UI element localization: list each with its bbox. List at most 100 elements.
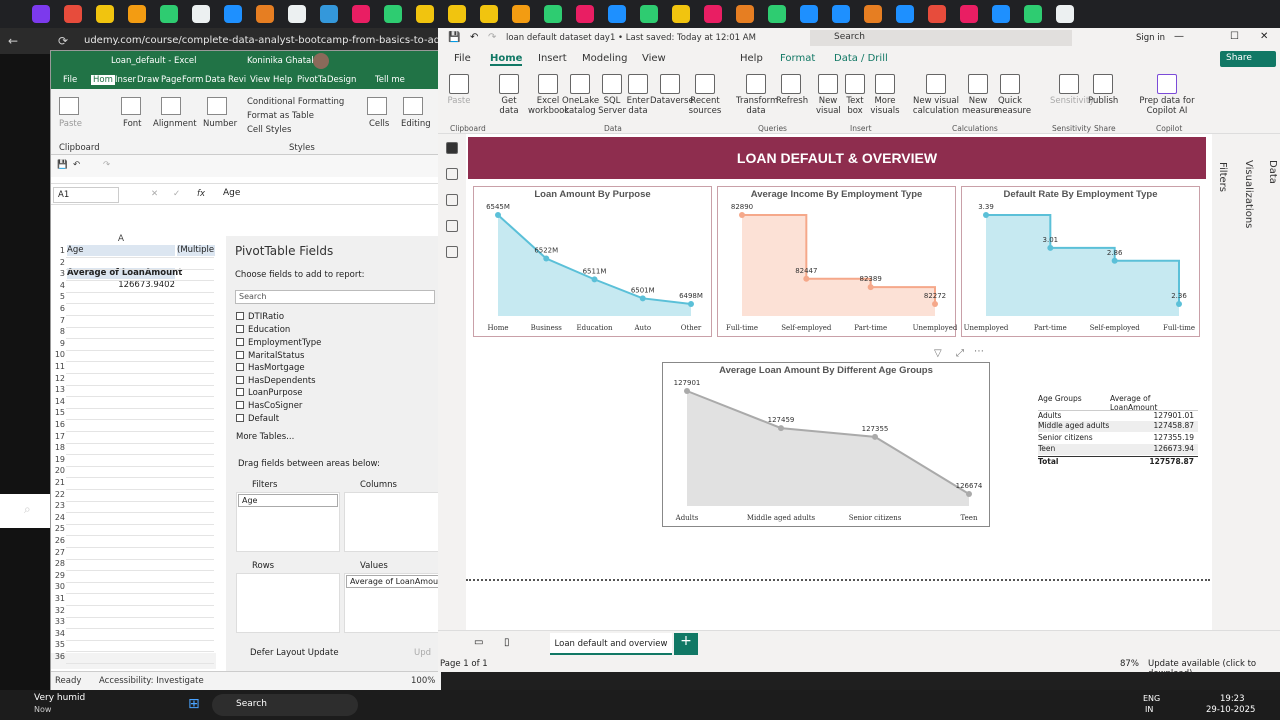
more-visuals-button[interactable]: More visuals bbox=[870, 74, 900, 116]
redo-icon[interactable]: ↷ bbox=[103, 160, 110, 170]
cell-a4[interactable]: 126673.9402 bbox=[67, 280, 175, 291]
avatar[interactable] bbox=[313, 53, 329, 69]
name-box[interactable]: A1 bbox=[53, 187, 119, 203]
data-point[interactable] bbox=[778, 425, 784, 432]
menu-data[interactable]: Data bbox=[205, 75, 225, 85]
maximize-icon[interactable]: ☐ bbox=[1230, 31, 1239, 42]
chart-loan-by-purpose[interactable]: Loan Amount By Purpose 6545M Home 6522M Bus… bbox=[473, 186, 712, 337]
row-number[interactable]: 18 bbox=[51, 443, 65, 452]
row-number[interactable]: 30 bbox=[51, 582, 65, 591]
field-dtiratio[interactable]: DTIRatio bbox=[236, 312, 284, 322]
tab-help[interactable]: Help bbox=[740, 53, 763, 64]
menu-pivottable[interactable]: PivotTa bbox=[297, 75, 327, 85]
formula-text[interactable]: Age bbox=[223, 188, 240, 198]
row-number[interactable]: 35 bbox=[51, 640, 65, 649]
row-number[interactable]: 33 bbox=[51, 617, 65, 626]
field-loanpurpose[interactable]: LoanPurpose bbox=[236, 388, 303, 398]
focus-mode-icon[interactable]: ⤢ bbox=[956, 348, 964, 359]
report-canvas[interactable]: LOAN DEFAULT & OVERVIEW Loan Amount By P… bbox=[466, 134, 1212, 630]
checkbox[interactable] bbox=[236, 312, 244, 320]
row-number[interactable]: 20 bbox=[51, 466, 65, 475]
browser-tab-icon[interactable] bbox=[928, 5, 946, 23]
sql-server-button[interactable]: SQL Server bbox=[598, 74, 626, 116]
browser-tab-icon[interactable] bbox=[96, 5, 114, 23]
format-as-table-button[interactable]: Format as Table bbox=[247, 111, 314, 121]
row-number[interactable]: 23 bbox=[51, 501, 65, 510]
row-number[interactable]: 13 bbox=[51, 385, 65, 394]
redo-icon[interactable]: ↷ bbox=[488, 32, 496, 43]
update-button[interactable]: Upd bbox=[414, 648, 431, 658]
number-button[interactable]: Number bbox=[203, 119, 237, 129]
row-number[interactable]: 14 bbox=[51, 397, 65, 406]
new-measure-button[interactable]: New measure bbox=[962, 74, 999, 116]
visualizations-pane-tab[interactable]: Visualizations bbox=[1243, 160, 1254, 228]
tmdl-view-icon[interactable] bbox=[446, 246, 458, 258]
field-default[interactable]: Default bbox=[236, 414, 279, 424]
browser-tab-icon[interactable] bbox=[832, 5, 850, 23]
update-available[interactable]: Update available (click to download) bbox=[1148, 659, 1280, 679]
browser-tab-icon[interactable] bbox=[256, 5, 274, 23]
row-number[interactable]: 7 bbox=[51, 316, 65, 325]
browser-tab-icon[interactable] bbox=[800, 5, 818, 23]
page-tab[interactable]: Loan default and overview bbox=[550, 633, 672, 655]
data-point[interactable] bbox=[966, 491, 972, 497]
undo-icon[interactable]: ↶ bbox=[73, 160, 80, 170]
windows-start-icon[interactable]: ⊞ bbox=[188, 696, 200, 712]
browser-tab-icon[interactable] bbox=[544, 5, 562, 23]
row-number[interactable]: 28 bbox=[51, 559, 65, 568]
menu-formulas[interactable]: Form bbox=[182, 75, 203, 85]
row-number[interactable]: 31 bbox=[51, 594, 65, 603]
row-number[interactable]: 21 bbox=[51, 478, 65, 487]
checkbox[interactable] bbox=[236, 414, 244, 422]
chart-loan-by-age-groups[interactable]: Average Loan Amount By Different Age Gro… bbox=[662, 362, 990, 527]
row-number[interactable]: 16 bbox=[51, 420, 65, 429]
row-number[interactable]: 34 bbox=[51, 629, 65, 638]
browser-tab-icon[interactable] bbox=[640, 5, 658, 23]
browser-tab-icon[interactable] bbox=[672, 5, 690, 23]
browser-tab-icon[interactable] bbox=[384, 5, 402, 23]
add-page-button[interactable]: + bbox=[674, 633, 698, 655]
data-point[interactable] bbox=[1176, 301, 1182, 307]
zoom-level[interactable]: 87% bbox=[1120, 659, 1139, 669]
alignment-icon[interactable] bbox=[161, 97, 181, 115]
browser-tab-icon[interactable] bbox=[480, 5, 498, 23]
get-data-button[interactable]: Get data bbox=[494, 74, 524, 116]
tab-home[interactable]: Home bbox=[490, 53, 523, 66]
data-point[interactable] bbox=[639, 295, 646, 302]
tab-insert[interactable]: Insert bbox=[538, 53, 567, 64]
row-number[interactable]: 6 bbox=[51, 304, 65, 313]
browser-tab-icon[interactable] bbox=[160, 5, 178, 23]
row-number[interactable]: 29 bbox=[51, 571, 65, 580]
row-number[interactable]: 22 bbox=[51, 490, 65, 499]
data-point[interactable] bbox=[591, 276, 598, 283]
pbi-search-input[interactable]: Search bbox=[810, 30, 1072, 46]
pivot-search-input[interactable]: Search bbox=[235, 290, 435, 304]
browser-tab-icon[interactable] bbox=[352, 5, 370, 23]
data-point[interactable] bbox=[1111, 257, 1118, 264]
share-button[interactable]: Share bbox=[1220, 51, 1276, 67]
paste-button[interactable]: Paste bbox=[444, 74, 474, 106]
reload-icon[interactable]: ⟳ bbox=[58, 34, 68, 48]
browser-tab-icon[interactable] bbox=[576, 5, 594, 23]
field-maritalstatus[interactable]: MaritalStatus bbox=[236, 351, 304, 361]
data-point[interactable] bbox=[872, 433, 878, 440]
data-point[interactable] bbox=[684, 388, 690, 394]
table-view-icon[interactable] bbox=[446, 168, 458, 180]
browser-tab-icon[interactable] bbox=[320, 5, 338, 23]
url-text[interactable]: udemy.com/course/complete-data-analyst-b… bbox=[84, 35, 444, 46]
data-point[interactable] bbox=[983, 212, 989, 218]
menu-review[interactable]: Revi bbox=[228, 75, 246, 85]
browser-tab-icon[interactable] bbox=[416, 5, 434, 23]
data-point[interactable] bbox=[867, 284, 874, 291]
font-button[interactable]: Font bbox=[123, 119, 142, 129]
recent-sources-button[interactable]: Recent sources bbox=[688, 74, 722, 116]
chart-default-rate-by-employment[interactable]: Default Rate By Employment Type 3.39 Unem… bbox=[961, 186, 1200, 337]
cancel-icon[interactable]: ✕ bbox=[151, 189, 158, 199]
mobile-layout-icon[interactable]: ▯ bbox=[504, 637, 510, 648]
field-hascosigner[interactable]: HasCoSigner bbox=[236, 401, 302, 411]
checkbox[interactable] bbox=[236, 338, 244, 346]
taskbar-search-label[interactable]: Search bbox=[236, 699, 267, 709]
browser-tab-icon[interactable] bbox=[960, 5, 978, 23]
field-education[interactable]: Education bbox=[236, 325, 290, 335]
checkbox[interactable] bbox=[236, 351, 244, 359]
